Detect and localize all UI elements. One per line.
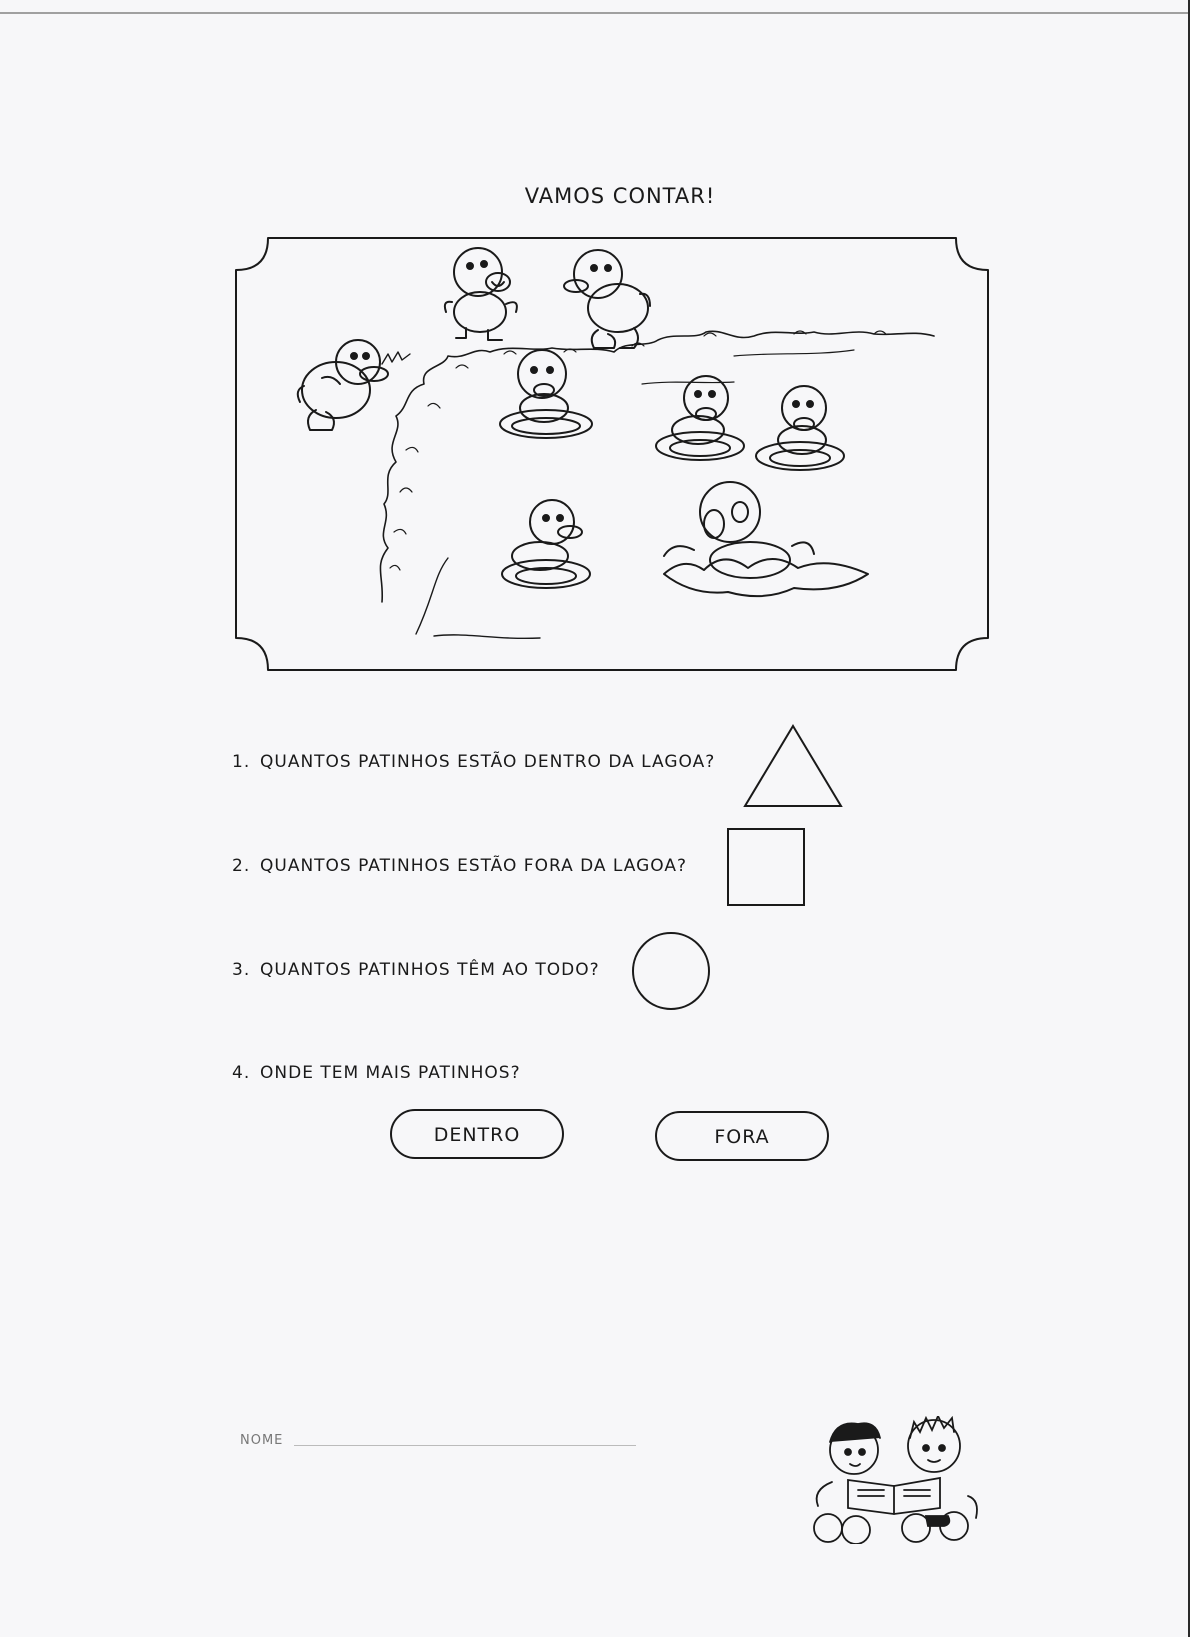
illustration-frame (235, 237, 989, 671)
duckling-outside-3 (563, 249, 651, 349)
triangle-answer-box[interactable] (743, 724, 843, 812)
option-fora[interactable]: FORA (655, 1111, 829, 1161)
option-dentro[interactable]: DENTRO (390, 1109, 564, 1159)
name-field[interactable]: NOME (240, 1433, 640, 1448)
duckling-outside-2 (443, 247, 518, 341)
square-answer-box[interactable] (727, 828, 805, 906)
question-number: 2. (232, 856, 251, 876)
question-text: QUANTOS PATINHOS ESTÃO FORA DA LAGOA? (260, 856, 688, 876)
question-4: 4. ONDE TEM MAIS PATINHOS? (232, 1063, 521, 1083)
question-number: 3. (232, 960, 251, 980)
question-number: 1. (232, 752, 251, 772)
kids-reading-illustration (808, 1413, 988, 1548)
question-2: 2. QUANTOS PATINHOS ESTÃO FORA DA LAGOA? (232, 856, 687, 876)
name-label: NOME (240, 1433, 284, 1448)
question-text: QUANTOS PATINHOS TÊM AO TODO? (260, 960, 600, 980)
duckling-inside-5 (663, 481, 869, 598)
worksheet-title: VAMOS CONTAR! (524, 184, 716, 208)
question-number: 4. (232, 1063, 251, 1083)
question-3: 3. QUANTOS PATINHOS TÊM AO TODO? (232, 960, 600, 980)
duckling-outside-1 (296, 339, 389, 431)
worksheet-page: VAMOS CONTAR! 1. QUANTOS PATINHOS ESTÃO … (0, 0, 1190, 1637)
question-text: ONDE TEM MAIS PATINHOS? (260, 1063, 521, 1083)
circle-answer-box[interactable] (632, 932, 710, 1010)
ducklings-pond-illustration (234, 236, 992, 672)
duckling-inside-1 (499, 349, 593, 439)
duckling-inside-3 (755, 385, 845, 471)
scan-edge-top (0, 12, 1190, 14)
question-text: QUANTOS PATINHOS ESTÃO DENTRO DA LAGOA? (260, 752, 716, 772)
question-1: 1. QUANTOS PATINHOS ESTÃO DENTRO DA LAGOA… (232, 752, 715, 772)
name-line (294, 1445, 636, 1446)
duckling-inside-4 (501, 499, 591, 589)
pond-shore (379, 330, 935, 603)
duckling-inside-2 (655, 375, 745, 461)
